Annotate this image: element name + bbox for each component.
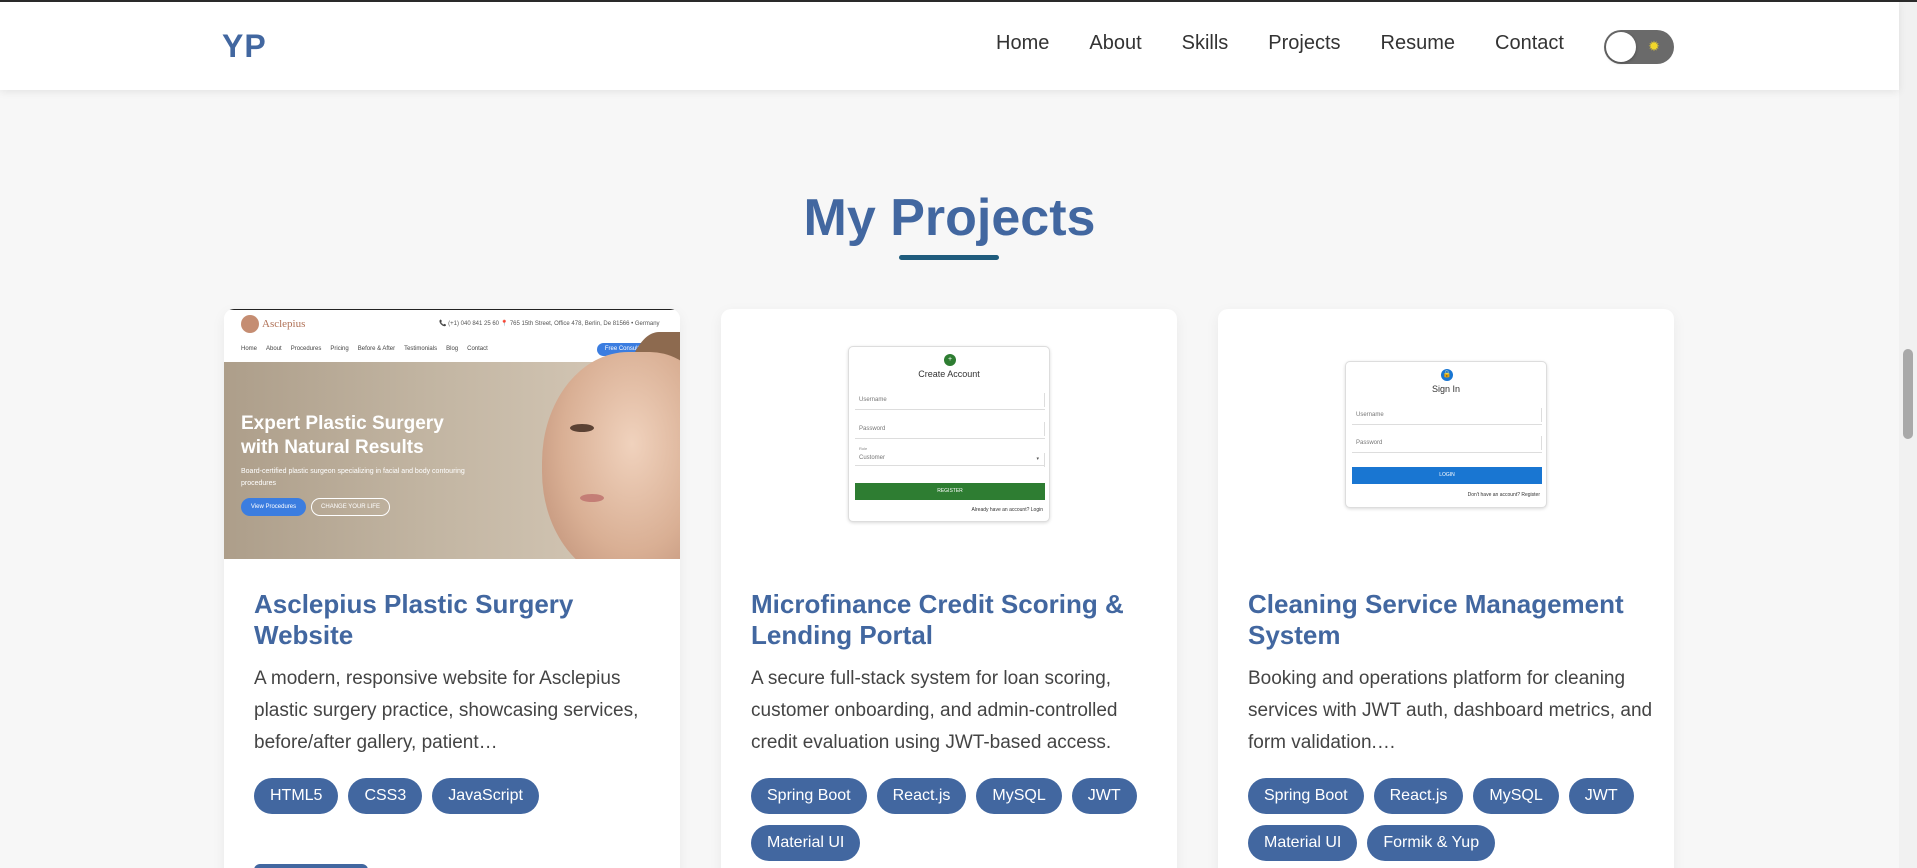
tech-tag: MySQL — [1473, 778, 1559, 814]
tech-tag: Material UI — [1248, 825, 1358, 861]
nav-link-about[interactable]: About — [1089, 32, 1141, 55]
tech-tag: MySQL — [976, 778, 1062, 814]
thumb-nav-item: Blog — [446, 346, 459, 352]
tech-tag: Material UI — [751, 825, 861, 861]
project-link-button[interactable] — [254, 864, 368, 868]
thumb-nav-item: Testimonials — [404, 346, 438, 352]
tech-tag: Formik & Yup — [1367, 825, 1496, 861]
password-field: Password — [855, 419, 1045, 439]
project-thumbnail[interactable]: Asclepius 📞 (+1) 040 841 25 60 📍 765 15t… — [224, 309, 680, 559]
thumb-nav-item: Pricing — [330, 346, 349, 352]
brand-logo-icon — [241, 315, 259, 333]
thumb-nav-item: Home — [241, 346, 258, 352]
tech-tag: JavaScript — [432, 778, 539, 814]
tech-tag: React.js — [876, 778, 967, 814]
role-select: Customer — [855, 450, 1045, 467]
form-title: Sign In — [1431, 384, 1461, 394]
form-footer: Already have an account? Login — [971, 507, 1043, 513]
thumb-nav-item: Contact — [467, 346, 488, 352]
form-title: Create Account — [918, 369, 980, 379]
tech-tag: HTML5 — [254, 778, 339, 814]
project-card[interactable]: 🔒 Sign In Username Password LOGIN Don't … — [1218, 309, 1674, 868]
project-description: Booking and operations platform for clea… — [1248, 668, 1653, 753]
navbar: YP Home About Skills Projects Resume Con… — [0, 2, 1899, 90]
nav-link-contact[interactable]: Contact — [1495, 32, 1564, 55]
thumb-btn-secondary: CHANGE YOUR LIFE — [311, 498, 390, 516]
sun-icon: ✹ — [1648, 38, 1660, 54]
thumb-contact: 📞 (+1) 040 841 25 60 📍 765 15th Street, … — [439, 321, 660, 327]
login-button: LOGIN — [1352, 467, 1542, 484]
nav-link-resume[interactable]: Resume — [1381, 32, 1455, 55]
thumb-site-header: Asclepius 📞 (+1) 040 841 25 60 📍 765 15t… — [224, 309, 680, 337]
username-field: Username — [855, 390, 1045, 410]
nav-links: Home About Skills Projects Resume Contac… — [996, 32, 1564, 55]
tech-tags: Spring Boot React.js MySQL JWT Material … — [751, 778, 1161, 868]
tech-tag: Spring Boot — [751, 778, 867, 814]
tech-tag: Spring Boot — [1248, 778, 1364, 814]
hero-eye — [570, 424, 594, 432]
nav-link-skills[interactable]: Skills — [1182, 32, 1229, 55]
tech-tags: Spring Boot React.js MySQL JWT Material … — [1248, 778, 1658, 868]
title-underline — [899, 255, 999, 260]
thumb-subtext: Board-certified plastic surgeon speciali… — [241, 468, 465, 487]
project-card[interactable]: Asclepius 📞 (+1) 040 841 25 60 📍 765 15t… — [224, 309, 680, 868]
username-field: Username — [1352, 405, 1542, 425]
add-user-icon: + — [944, 354, 956, 366]
toggle-knob — [1606, 32, 1636, 62]
chevron-down-icon: ▾ — [1036, 456, 1039, 462]
thumb-nav-item: Before & After — [357, 346, 396, 352]
project-title: Cleaning Service Management System — [1248, 589, 1624, 650]
nav-link-home[interactable]: Home — [996, 32, 1049, 55]
project-thumbnail[interactable]: 🔒 Sign In Username Password LOGIN Don't … — [1218, 309, 1674, 559]
form-footer: Don't have an account? Register — [1467, 492, 1540, 498]
project-title: Asclepius Plastic Surgery Website — [254, 589, 574, 650]
thumb-nav-item: Procedures — [290, 346, 322, 352]
tech-tags: HTML5 CSS3 JavaScript — [254, 778, 664, 825]
tech-tag: CSS3 — [348, 778, 423, 814]
register-button: REGISTER — [855, 483, 1045, 500]
hero-face — [542, 352, 680, 559]
project-card[interactable]: + Create Account Username Password Role … — [721, 309, 1177, 868]
hero-lips — [580, 494, 604, 502]
project-description: A modern, responsive website for Asclepi… — [254, 668, 639, 753]
thumb-headline: Expert Plastic Surgery with Natural Resu… — [241, 413, 444, 458]
tech-tag: JWT — [1568, 778, 1634, 814]
thumb-brand: Asclepius — [262, 318, 306, 330]
password-field: Password — [1352, 433, 1542, 453]
login-form-mock: 🔒 Sign In Username Password LOGIN Don't … — [1345, 361, 1547, 508]
project-title: Microfinance Credit Scoring & Lending Po… — [751, 589, 1124, 650]
project-description: A secure full-stack system for loan scor… — [751, 668, 1118, 753]
site-logo[interactable]: YP — [222, 28, 267, 65]
theme-toggle[interactable]: ✹ — [1604, 30, 1674, 64]
thumb-hero: Expert Plastic Surgery with Natural Resu… — [224, 332, 680, 559]
project-thumbnail[interactable]: + Create Account Username Password Role … — [721, 309, 1177, 559]
page-scrollbar[interactable] — [1899, 2, 1917, 868]
thumb-btn-primary: View Procedures — [241, 498, 306, 516]
thumb-nav-item: About — [266, 346, 282, 352]
nav-link-projects[interactable]: Projects — [1268, 32, 1340, 55]
tech-tag: React.js — [1373, 778, 1464, 814]
section-title: My Projects — [803, 189, 1096, 247]
register-form-mock: + Create Account Username Password Role … — [848, 346, 1050, 522]
tech-tag: JWT — [1071, 778, 1137, 814]
lock-icon: 🔒 — [1441, 369, 1453, 381]
scrollbar-thumb[interactable] — [1903, 349, 1913, 439]
